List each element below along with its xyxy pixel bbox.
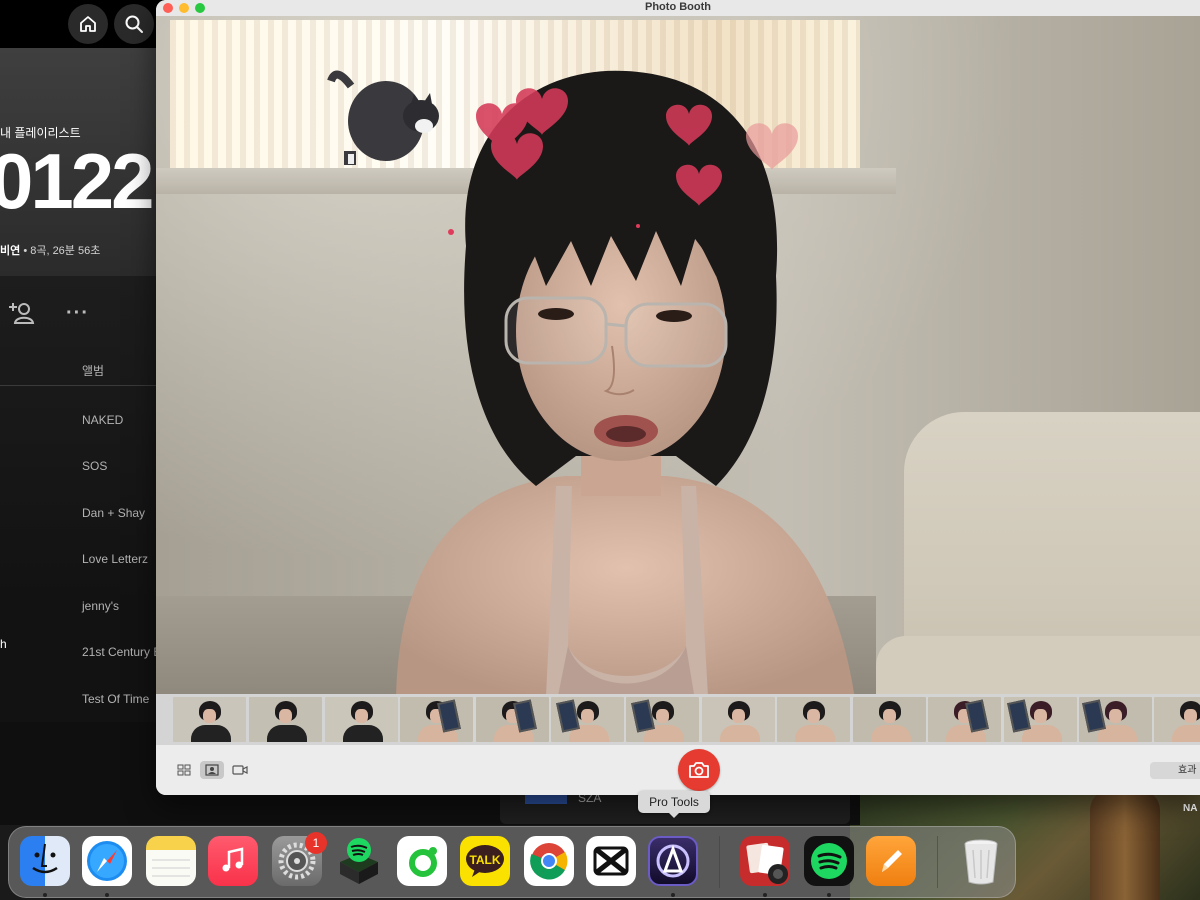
capcut-icon — [593, 846, 629, 876]
camera-preview — [156, 16, 1200, 694]
playlist-title: 0122 — [0, 137, 155, 225]
photo-booth-window: Photo Booth 효과 — [156, 0, 1200, 795]
add-user-icon[interactable] — [8, 298, 38, 328]
track-album[interactable]: SOS — [82, 459, 107, 473]
photo-thumbnail[interactable] — [249, 697, 322, 742]
grid-view-button[interactable] — [172, 761, 196, 779]
track-album[interactable]: jenny's — [82, 599, 119, 613]
finder-icon — [32, 843, 58, 874]
grid-icon — [177, 764, 191, 776]
dock-naver-whale[interactable] — [397, 836, 447, 886]
search-button[interactable] — [114, 4, 154, 44]
dock-separator — [719, 836, 720, 888]
dock-chrome[interactable] — [524, 836, 574, 886]
dock-separator — [937, 836, 938, 888]
effects-button[interactable]: 효과 — [1150, 762, 1200, 779]
dock-photo-booth[interactable] — [740, 836, 790, 886]
dock-spotify[interactable] — [804, 836, 854, 886]
compass-icon — [87, 841, 127, 881]
dock-pages[interactable] — [866, 836, 916, 886]
spotify-icon — [811, 843, 847, 879]
playlist-actions: ··· — [8, 298, 89, 328]
photo-thumbnail[interactable] — [551, 697, 624, 742]
portrait-icon — [205, 764, 219, 776]
photo-thumbnail[interactable] — [1079, 697, 1152, 742]
notification-badge: 1 — [305, 832, 327, 854]
playlist-owner[interactable]: 비연 — [0, 245, 20, 257]
photo-booth-icon — [746, 842, 788, 884]
photo-thumbnail[interactable] — [626, 697, 699, 742]
home-button[interactable] — [68, 4, 108, 44]
pen-icon — [882, 850, 902, 872]
camera-icon — [689, 762, 709, 778]
header-divider — [0, 385, 160, 386]
dock-kakaotalk[interactable]: TALK — [460, 836, 510, 886]
photo-thumbnail[interactable] — [400, 697, 473, 742]
couch-seat — [876, 636, 1200, 694]
person-image — [396, 70, 855, 694]
home-icon — [80, 16, 96, 32]
dock-trash[interactable] — [956, 836, 1006, 886]
whale-icon — [409, 847, 437, 877]
track-title-fragment[interactable]: h — [0, 637, 7, 651]
dock-running-indicator — [763, 893, 767, 897]
dock-notes[interactable] — [146, 836, 196, 886]
track-album[interactable]: 21st Century B — [82, 645, 161, 659]
dock-pro-tools[interactable] — [648, 836, 698, 886]
chrome-icon — [530, 843, 568, 880]
pro-tools-icon — [656, 844, 690, 878]
track-album[interactable]: Test Of Time — [82, 692, 149, 706]
photo-thumbnail[interactable] — [777, 697, 850, 742]
dock-running-indicator — [105, 893, 109, 897]
photo-thumbnail[interactable] — [1004, 697, 1077, 742]
window-title: Photo Booth — [645, 1, 711, 13]
dock-running-indicator — [827, 893, 831, 897]
more-options-button[interactable]: ··· — [66, 302, 89, 325]
track-album[interactable]: Dan + Shay — [82, 506, 145, 520]
single-photo-button[interactable] — [200, 761, 224, 779]
notes-icon — [152, 859, 190, 877]
photo-thumbnail[interactable] — [173, 697, 246, 742]
dock-music[interactable] — [208, 836, 258, 886]
wallpaper-tree — [1090, 790, 1160, 900]
dock-finder[interactable] — [20, 836, 70, 886]
spotify-box-icon — [340, 838, 378, 884]
video-camera-icon — [232, 765, 248, 775]
photo-thumbnail[interactable] — [928, 697, 1001, 742]
photo-thumbnail[interactable] — [853, 697, 926, 742]
dock-capcut[interactable] — [586, 836, 636, 886]
column-header-album: 앨범 — [82, 364, 105, 378]
kakaotalk-label: TALK — [469, 853, 501, 867]
photo-thumbnail[interactable] — [1154, 697, 1200, 742]
playlist-meta: 비연 • 8곡, 26분 56초 — [0, 242, 100, 258]
playlist-stats: • 8곡, 26분 56초 — [23, 245, 101, 257]
photo-thumbnail[interactable] — [476, 697, 549, 742]
take-photo-button[interactable] — [678, 749, 720, 791]
trash-icon — [964, 839, 998, 885]
dock-safari[interactable] — [82, 836, 132, 886]
photo-thumbnail[interactable] — [325, 697, 398, 742]
dock-spotify-installer[interactable] — [334, 836, 384, 886]
track-album[interactable]: Love Letterz — [82, 552, 148, 566]
dock-running-indicator — [671, 893, 675, 897]
search-icon — [125, 15, 143, 33]
dock-running-indicator — [43, 893, 47, 897]
photo-filmstrip[interactable] — [156, 694, 1200, 745]
music-note-icon — [222, 847, 244, 872]
wallpaper-label: NA — [1183, 803, 1198, 814]
track-album[interactable]: NAKED — [82, 413, 123, 427]
dock-tooltip: Pro Tools — [638, 791, 710, 818]
photo-thumbnail[interactable] — [702, 697, 775, 742]
video-mode-button[interactable] — [228, 761, 252, 779]
